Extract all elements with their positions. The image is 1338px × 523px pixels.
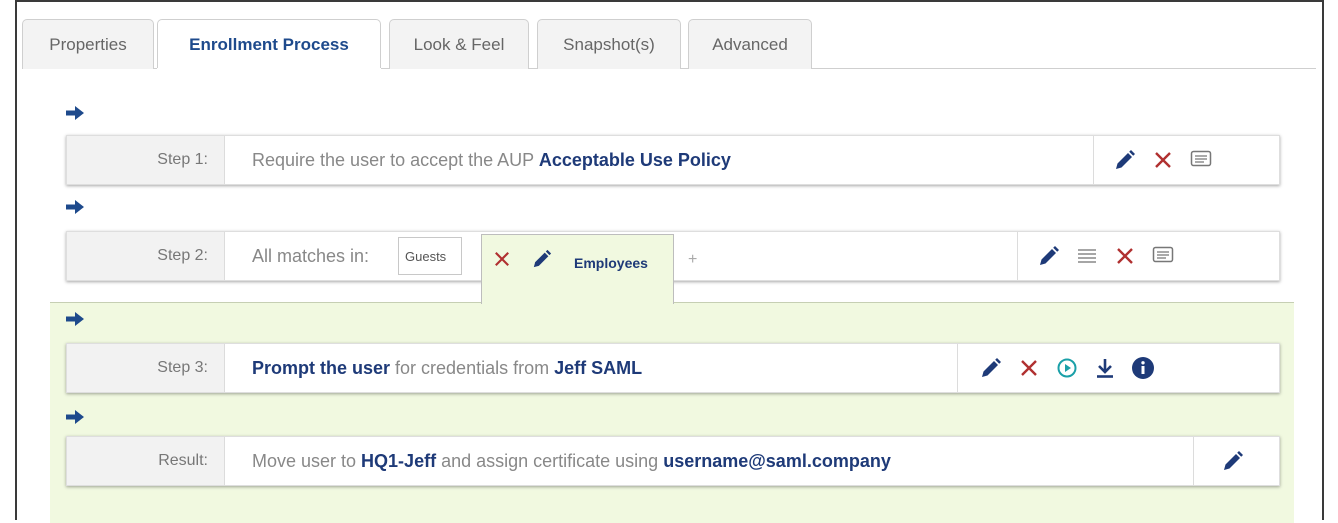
delete-icon[interactable] [1010, 355, 1048, 381]
step-description: Require the user to accept the AUP Accep… [252, 136, 731, 184]
step-text: for credentials from [390, 357, 555, 378]
step-description: All matches in: [252, 232, 369, 280]
arrow-right-icon [66, 312, 84, 326]
step-label: Step 1: [67, 136, 225, 184]
info-icon[interactable] [1124, 355, 1162, 381]
step-text: Require the user to accept the AUP [252, 149, 539, 170]
step-text: and assign certificate using [436, 450, 664, 471]
edit-icon[interactable] [1106, 147, 1144, 173]
arrow-right-icon [66, 106, 84, 120]
step-actions [957, 344, 1279, 392]
identity-provider-link[interactable]: Jeff SAML [554, 358, 642, 379]
step-label: Result: [67, 437, 225, 485]
group-label: Guests [405, 249, 447, 264]
tab-look-and-feel[interactable]: Look & Feel [389, 19, 529, 69]
delete-icon[interactable] [1144, 147, 1182, 173]
step-label: Step 3: [67, 344, 225, 392]
active-tab-gap [157, 68, 381, 70]
result-row: Result: Move user to HQ1-Jeff and assign… [66, 436, 1280, 486]
edit-icon[interactable] [1214, 448, 1252, 474]
add-group-button[interactable]: + [688, 251, 697, 269]
group-label: Employees [574, 255, 648, 271]
download-icon[interactable] [1086, 355, 1124, 381]
arrow-right-icon [66, 200, 84, 214]
delete-icon[interactable] [1106, 243, 1144, 269]
group-tab-employees[interactable]: Employees [481, 234, 674, 304]
role-link[interactable]: HQ1-Jeff [361, 451, 436, 472]
step-actions [1193, 437, 1279, 485]
tab-label: Advanced [712, 34, 788, 54]
edit-icon[interactable] [972, 355, 1010, 381]
tab-advanced[interactable]: Advanced [688, 19, 812, 69]
step-actions [1017, 232, 1279, 280]
step-text: All matches in: [252, 245, 370, 266]
tab-label: Properties [49, 34, 127, 54]
edit-group-icon[interactable] [532, 249, 552, 274]
play-icon[interactable] [1048, 355, 1086, 381]
comment-icon[interactable] [1144, 243, 1182, 269]
step-text-bold: Prompt the user [252, 357, 391, 378]
employees-branch-area [50, 302, 1294, 523]
tab-label: Enrollment Process [189, 35, 349, 54]
tab-enrollment-process[interactable]: Enrollment Process [157, 19, 381, 70]
step-3-row: Step 3: Prompt the user for credentials … [66, 343, 1280, 393]
step-description: Prompt the user for credentials from Jef… [252, 344, 642, 392]
tab-properties[interactable]: Properties [22, 19, 154, 69]
step-1-row: Step 1: Require the user to accept the A… [66, 135, 1280, 185]
tab-label: Look & Feel [413, 34, 505, 54]
policy-link[interactable]: Acceptable Use Policy [539, 150, 731, 171]
step-text: Move user to [252, 450, 362, 471]
edit-icon[interactable] [1030, 243, 1068, 269]
result-description: Move user to HQ1-Jeff and assign certifi… [252, 437, 891, 485]
list-icon[interactable] [1068, 243, 1106, 269]
comment-icon[interactable] [1182, 147, 1220, 173]
group-tab-guests[interactable]: Guests [398, 237, 462, 275]
certificate-link[interactable]: username@saml.company [663, 451, 891, 472]
arrow-right-icon [66, 410, 84, 424]
step-actions [1093, 136, 1279, 184]
delete-group-icon[interactable] [494, 251, 510, 272]
tab-label: Snapshot(s) [563, 34, 655, 54]
tab-snapshots[interactable]: Snapshot(s) [537, 19, 681, 69]
step-label: Step 2: [67, 232, 225, 280]
